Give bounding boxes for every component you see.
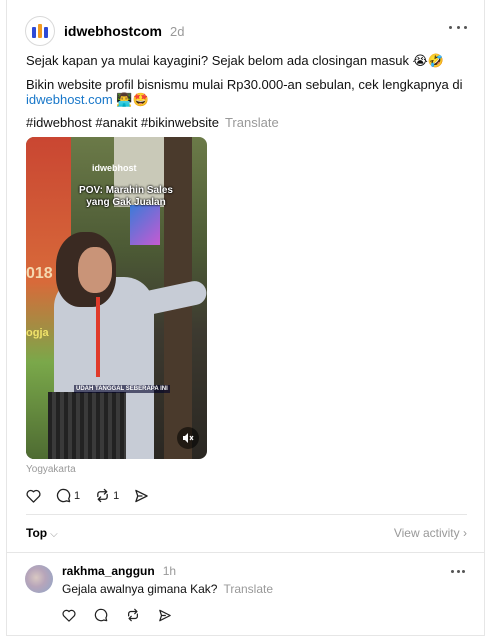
reply-translate-link[interactable]: Translate [223,582,273,596]
comment-count: 1 [74,489,81,502]
post-video[interactable]: 018 ogja idwebhost POV: Marahin Sales ya… [26,137,207,459]
video-caption-line-2: yang Gak Jualan [86,197,166,208]
post-username[interactable]: idwebhostcom [64,23,162,39]
video-bg-poster [130,205,160,245]
post-location[interactable]: Yogyakarta [26,464,76,475]
reply-like-button[interactable] [62,609,76,622]
reply-actions [62,608,187,622]
post-timestamp[interactable]: 2d [170,24,184,39]
translate-link[interactable]: Translate [225,115,279,130]
replies-sort-row: Top ⌵ View activity › [26,514,467,552]
reply-text: Gejala awalnya gimana Kak? [62,582,218,596]
reply-text-line: Gejala awalnya gimana Kak? Translate [62,582,273,596]
reply-share-button[interactable] [158,609,172,622]
video-brand: idwebhost [92,163,137,173]
idwebhost-logo-icon [32,24,48,38]
repost-icon [97,488,108,503]
post-hashtags-line: #idwebhost #anakit #bikinwebsite Translat… [26,115,279,130]
mute-icon[interactable] [177,427,199,449]
video-caption: POV: Marahin Sales yang Gak Jualan [56,185,196,209]
video-subtitle: UDAH TANGGAL SEBERAPA INI [74,385,170,393]
post-text-line-3: idwebhost.com 👨‍💻🤩 [26,92,149,108]
post-text-line-2: Bikin website profil bisnismu mulai Rp30… [26,77,463,92]
view-activity-label: View activity [393,526,460,540]
video-person-face [78,247,112,293]
video-lanyard [96,297,100,377]
repost-button[interactable]: 1 [95,488,119,503]
post-actions: 1 1 [26,488,164,503]
link-emoji: 👨‍💻🤩 [112,92,149,107]
post-text-line-1: Sejak kapan ya mulai kayagini? Sejak bel… [26,53,444,68]
reply-timestamp[interactable]: 1h [163,564,176,578]
sort-label: Top [26,526,48,540]
comment-icon [56,488,71,503]
more-options-icon[interactable] [449,24,467,30]
repost-icon [128,608,138,622]
video-bg-text-2: ogja [26,327,49,339]
video-person-skirt [48,392,126,459]
reply-avatar[interactable] [25,565,53,593]
heart-icon [62,609,76,622]
video-caption-line-1: POV: Marahin Sales [79,185,173,196]
post-header: idwebhostcom 2d [20,14,470,48]
chevron-down-icon: ⌵ [50,529,58,540]
reply-header: rakhma_anggun 1h [62,564,176,578]
share-button[interactable] [134,489,149,503]
avatar[interactable] [25,16,55,46]
video-bg-text-1: 018 [26,265,53,282]
reply-username[interactable]: rakhma_anggun [62,564,155,578]
like-button[interactable] [26,489,41,503]
comment-button[interactable]: 1 [56,488,80,503]
repost-count: 1 [113,489,120,502]
comment-icon [94,608,108,622]
reply-comment-button[interactable] [94,608,108,622]
send-icon [135,489,149,502]
post-link[interactable]: idwebhost.com [26,92,113,107]
send-icon [159,609,171,621]
reply-repost-button[interactable] [126,608,140,622]
heart-icon [26,489,41,503]
sort-dropdown[interactable]: Top ⌵ [26,526,58,540]
reply-divider [6,552,485,553]
chevron-right-icon: › [463,526,467,540]
view-activity-link[interactable]: View activity › [394,526,467,540]
post-hashtags[interactable]: #idwebhost #anakit #bikinwebsite [26,115,219,130]
reply-more-options-icon[interactable] [451,570,465,574]
